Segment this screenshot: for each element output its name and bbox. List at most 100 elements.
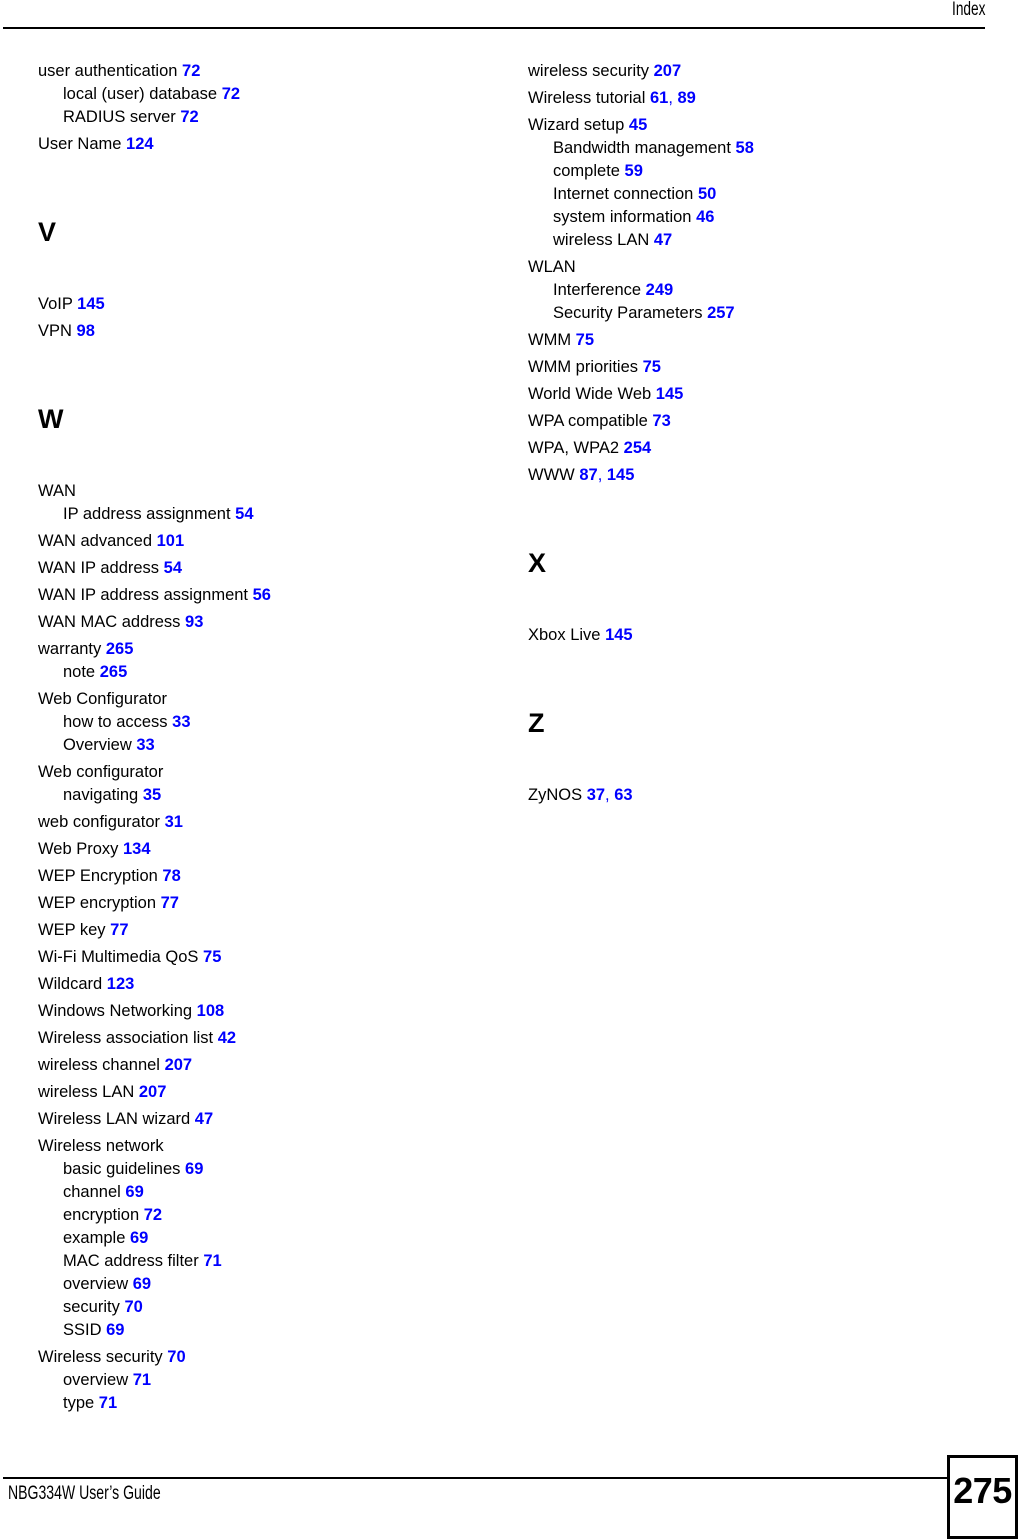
index-entry[interactable]: web configurator 31 — [38, 811, 468, 834]
page-number-link[interactable]: 70 — [167, 1348, 185, 1366]
page-number-link[interactable]: 47 — [195, 1110, 213, 1128]
page-reference[interactable]: 37, 63 — [587, 786, 633, 804]
index-entry[interactable]: WPA, WPA2 254 — [528, 437, 958, 460]
index-entry[interactable]: Wi-Fi Multimedia QoS 75 — [38, 946, 468, 969]
index-entry[interactable]: WEP Encryption 78 — [38, 865, 468, 888]
page-number-link[interactable]: 69 — [106, 1321, 124, 1339]
page-reference[interactable]: 145 — [77, 295, 105, 313]
page-reference[interactable]: 71 — [133, 1371, 151, 1389]
index-entry[interactable]: Xbox Live 145 — [528, 624, 958, 647]
index-entry[interactable]: Web Configurator — [38, 688, 468, 711]
page-reference[interactable]: 47 — [654, 231, 672, 249]
page-reference[interactable]: 47 — [195, 1110, 213, 1128]
page-reference[interactable]: 207 — [165, 1056, 193, 1074]
index-subentry[interactable]: basic guidelines 69 — [38, 1158, 468, 1181]
page-reference[interactable]: 72 — [222, 85, 240, 103]
page-number-link[interactable]: 58 — [736, 139, 754, 157]
page-reference[interactable]: 42 — [218, 1029, 236, 1047]
page-number-link[interactable]: 45 — [629, 116, 647, 134]
index-subentry[interactable]: security 70 — [38, 1296, 468, 1319]
page-reference[interactable]: 78 — [162, 867, 180, 885]
page-number-link[interactable]: 42 — [218, 1029, 236, 1047]
index-subentry[interactable]: Internet connection 50 — [528, 183, 958, 206]
index-subentry[interactable]: Overview 33 — [38, 734, 468, 757]
index-entry[interactable]: ZyNOS 37, 63 — [528, 784, 958, 807]
index-entry[interactable]: Wireless network — [38, 1135, 468, 1158]
page-number-link[interactable]: 69 — [125, 1183, 143, 1201]
page-reference[interactable]: 73 — [652, 412, 670, 430]
page-number-link[interactable]: 46 — [696, 208, 714, 226]
page-number-link[interactable]: 37 — [587, 786, 605, 804]
index-subentry[interactable]: example 69 — [38, 1227, 468, 1250]
index-entry[interactable]: WEP encryption 77 — [38, 892, 468, 915]
page-reference[interactable]: 249 — [646, 281, 674, 299]
index-entry[interactable]: WEP key 77 — [38, 919, 468, 942]
page-number-link[interactable]: 72 — [180, 108, 198, 126]
page-reference[interactable]: 45 — [629, 116, 647, 134]
index-entry[interactable]: wireless channel 207 — [38, 1054, 468, 1077]
page-reference[interactable]: 33 — [172, 713, 190, 731]
page-number-link[interactable]: 145 — [605, 626, 633, 644]
page-reference[interactable]: 69 — [185, 1160, 203, 1178]
index-subentry[interactable]: overview 71 — [38, 1369, 468, 1392]
index-entry[interactable]: WAN — [38, 480, 468, 503]
index-subentry[interactable]: how to access 33 — [38, 711, 468, 734]
page-number-link[interactable]: 77 — [161, 894, 179, 912]
page-number-link[interactable]: 72 — [182, 62, 200, 80]
page-reference[interactable]: 93 — [185, 613, 203, 631]
page-number-link[interactable]: 50 — [698, 185, 716, 203]
page-reference[interactable]: 124 — [126, 135, 154, 153]
page-number-link[interactable]: 71 — [203, 1252, 221, 1270]
index-subentry[interactable]: complete 59 — [528, 160, 958, 183]
index-subentry[interactable]: IP address assignment 54 — [38, 503, 468, 526]
page-number-link[interactable]: 75 — [576, 331, 594, 349]
page-number-link[interactable]: 54 — [164, 559, 182, 577]
index-entry[interactable]: Web Proxy 134 — [38, 838, 468, 861]
page-number-link[interactable]: 75 — [203, 948, 221, 966]
index-entry[interactable]: WAN advanced 101 — [38, 530, 468, 553]
index-subentry[interactable]: system information 46 — [528, 206, 958, 229]
page-reference[interactable]: 69 — [125, 1183, 143, 1201]
page-reference[interactable]: 46 — [696, 208, 714, 226]
page-number-link[interactable]: 31 — [165, 813, 183, 831]
page-reference[interactable]: 77 — [161, 894, 179, 912]
index-entry[interactable]: VPN 98 — [38, 320, 468, 343]
index-subentry[interactable]: local (user) database 72 — [38, 83, 468, 106]
index-subentry[interactable]: RADIUS server 72 — [38, 106, 468, 129]
index-subentry[interactable]: navigating 35 — [38, 784, 468, 807]
page-reference[interactable]: 101 — [157, 532, 185, 550]
page-number-link[interactable]: 72 — [222, 85, 240, 103]
page-number-link[interactable]: 265 — [100, 663, 128, 681]
index-subentry[interactable]: Bandwidth management 58 — [528, 137, 958, 160]
index-entry[interactable]: user authentication 72 — [38, 60, 468, 83]
page-number-link[interactable]: 145 — [656, 385, 684, 403]
index-subentry[interactable]: wireless LAN 47 — [528, 229, 958, 252]
page-reference[interactable]: 77 — [110, 921, 128, 939]
page-reference[interactable]: 56 — [253, 586, 271, 604]
page-number-link[interactable]: 254 — [624, 439, 652, 457]
page-number-link[interactable]: 207 — [165, 1056, 193, 1074]
page-reference[interactable]: 123 — [107, 975, 135, 993]
index-entry[interactable]: WAN MAC address 93 — [38, 611, 468, 634]
page-number-link[interactable]: 249 — [646, 281, 674, 299]
index-entry[interactable]: Windows Networking 108 — [38, 1000, 468, 1023]
page-reference[interactable]: 134 — [123, 840, 151, 858]
index-entry[interactable]: World Wide Web 145 — [528, 383, 958, 406]
page-number-link[interactable]: 69 — [185, 1160, 203, 1178]
page-reference[interactable]: 35 — [143, 786, 161, 804]
page-reference[interactable]: 69 — [130, 1229, 148, 1247]
index-entry[interactable]: VoIP 145 — [38, 293, 468, 316]
page-reference[interactable]: 145 — [605, 626, 633, 644]
index-entry[interactable]: Wireless tutorial 61, 89 — [528, 87, 958, 110]
page-reference[interactable]: 145 — [656, 385, 684, 403]
page-number-link[interactable]: 123 — [107, 975, 135, 993]
page-number-link[interactable]: 56 — [253, 586, 271, 604]
page-reference[interactable]: 72 — [182, 62, 200, 80]
page-reference[interactable]: 61, 89 — [650, 89, 696, 107]
page-number-link[interactable]: 265 — [106, 640, 134, 658]
index-subentry[interactable]: note 265 — [38, 661, 468, 684]
page-reference[interactable]: 75 — [643, 358, 661, 376]
page-reference[interactable]: 265 — [100, 663, 128, 681]
index-entry[interactable]: WMM priorities 75 — [528, 356, 958, 379]
index-entry[interactable]: Wireless security 70 — [38, 1346, 468, 1369]
